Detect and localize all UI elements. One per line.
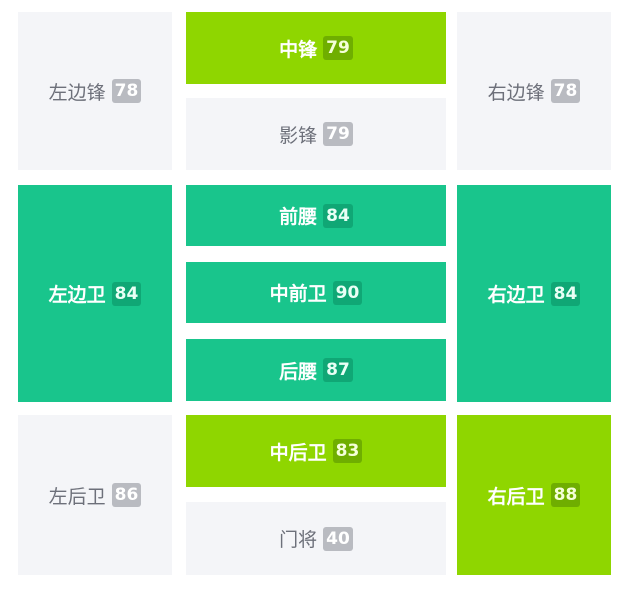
position-label: 门将 bbox=[279, 529, 318, 551]
position-center-forward[interactable]: 中锋 79 bbox=[186, 12, 446, 84]
rating-badge: 79 bbox=[323, 122, 353, 146]
position-label: 右边锋 bbox=[487, 81, 545, 104]
position-center-back[interactable]: 中后卫 83 bbox=[186, 415, 446, 487]
rating-badge: 78 bbox=[111, 79, 142, 103]
position-defensive-midfielder[interactable]: 后腰 87 bbox=[186, 339, 446, 401]
rating-badge: 83 bbox=[332, 439, 363, 463]
position-label: 中后卫 bbox=[269, 441, 327, 464]
position-goalkeeper[interactable]: 门将 40 bbox=[186, 502, 446, 575]
rating-badge: 84 bbox=[550, 281, 581, 306]
position-attacking-midfielder[interactable]: 前腰 84 bbox=[186, 185, 446, 246]
position-right-wingback[interactable]: 右边卫 84 bbox=[457, 185, 611, 402]
position-label: 右后卫 bbox=[487, 485, 545, 508]
position-left-wingback[interactable]: 左边卫 84 bbox=[18, 185, 172, 402]
rating-badge: 84 bbox=[111, 281, 142, 306]
position-left-back[interactable]: 左后卫 86 bbox=[18, 415, 172, 575]
position-central-midfielder[interactable]: 中前卫 90 bbox=[186, 262, 446, 323]
position-right-winger[interactable]: 右边锋 78 bbox=[457, 12, 611, 170]
position-label: 后腰 bbox=[279, 360, 318, 383]
position-label: 前腰 bbox=[279, 206, 318, 228]
position-second-striker[interactable]: 影锋 79 bbox=[186, 98, 446, 170]
rating-badge: 87 bbox=[323, 358, 353, 382]
position-label: 左边卫 bbox=[48, 284, 106, 306]
rating-badge: 40 bbox=[323, 526, 353, 551]
position-right-back[interactable]: 右后卫 88 bbox=[457, 415, 611, 575]
rating-badge: 86 bbox=[111, 483, 142, 507]
position-label: 左边锋 bbox=[48, 81, 106, 104]
position-label: 左后卫 bbox=[48, 485, 106, 508]
position-label: 中锋 bbox=[279, 38, 318, 61]
rating-badge: 84 bbox=[323, 203, 353, 228]
rating-badge: 88 bbox=[550, 483, 581, 507]
position-label: 影锋 bbox=[279, 124, 318, 147]
rating-badge: 90 bbox=[332, 280, 363, 305]
position-label: 中前卫 bbox=[269, 283, 327, 305]
rating-badge: 78 bbox=[550, 79, 581, 103]
position-left-winger[interactable]: 左边锋 78 bbox=[18, 12, 172, 170]
position-label: 右边卫 bbox=[487, 284, 545, 306]
rating-badge: 79 bbox=[323, 36, 353, 60]
